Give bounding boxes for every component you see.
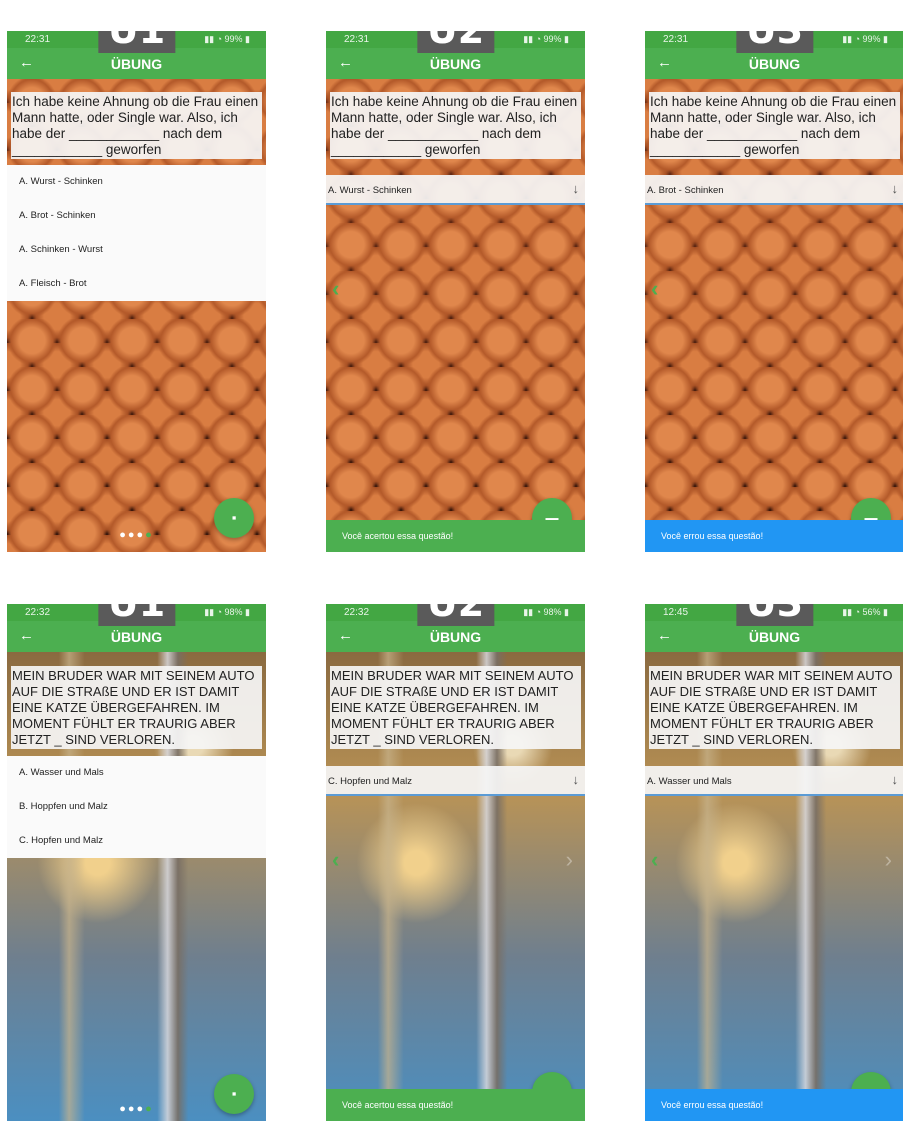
screen-u3-beer: U3 12:45 ▮▮ ◔ 56% ▮ ← ÜBUNG MEIN BRUDER … (645, 604, 903, 1121)
answer-dropdown[interactable]: A. Brot - Schinken ↓ (645, 175, 903, 205)
arrow-down-icon: ↓ (572, 181, 580, 196)
arrow-down-icon: ↓ (891, 181, 899, 196)
option-item[interactable]: A. Fleisch - Brot (7, 267, 266, 301)
selected-answer: A. Wasser und Mals (647, 776, 732, 787)
question-text: Ich habe keine Ahnung ob die Frau einen … (11, 92, 262, 159)
feedback-snackbar: Você errou essa questão! (645, 1089, 903, 1121)
page-title: ÜBUNG (748, 629, 801, 645)
save-icon: ▪ (231, 1086, 237, 1101)
screen-u2-beer: U2 22:32 ▮▮ ◔ 98% ▮ ← ÜBUNG MEIN BRUDER … (326, 604, 585, 1121)
status-time: 22:32 (25, 607, 51, 618)
options-list: A. Wurst - Schinken A. Brot - Schinken A… (7, 165, 266, 301)
variant-badge: U3 (735, 31, 814, 53)
option-item[interactable]: C. Hopfen und Malz (7, 824, 266, 858)
variant-badge: U1 (97, 604, 176, 626)
options-list: A. Wasser und Mals B. Hoppfen und Malz C… (7, 756, 266, 858)
chevron-left-icon[interactable]: ‹ (651, 847, 658, 873)
feedback-snackbar: Você acertou essa questão! (326, 1089, 585, 1121)
answer-dropdown[interactable]: C. Hopfen und Malz ↓ (326, 766, 585, 796)
question-text: MEIN BRUDER WAR MIT SEINEM AUTO AUF DIE … (330, 666, 581, 749)
battery-indicator: ▮▮ ◔ 56% ▮ (842, 607, 888, 617)
option-item[interactable]: A. Wurst - Schinken (7, 165, 266, 199)
page-title: ÜBUNG (429, 56, 482, 72)
arrow-down-icon: ↓ (572, 772, 580, 787)
screen-u3-sausage: U3 22:31 ▮▮ ◔ 99% ▮ ← ÜBUNG Ich habe kei… (645, 31, 903, 552)
option-item[interactable]: A. Schinken - Wurst (7, 233, 266, 267)
status-time: 22:31 (344, 34, 370, 45)
page-title: ÜBUNG (429, 629, 482, 645)
option-item[interactable]: A. Brot - Schinken (7, 199, 266, 233)
screen-u1-sausage: U1 22:31 ▮▮ ◔ 99% ▮ ← ÜBUNG Ich habe kei… (7, 31, 266, 552)
status-time: 22:31 (25, 34, 51, 45)
page-indicator: ●●●● (119, 1103, 154, 1115)
page-title: ÜBUNG (110, 629, 163, 645)
variant-badge: U2 (416, 604, 495, 626)
variant-badge: U2 (416, 31, 495, 53)
answer-dropdown[interactable]: A. Wasser und Mals ↓ (645, 766, 903, 796)
page-title: ÜBUNG (748, 56, 801, 72)
selected-answer: A. Brot - Schinken (647, 185, 724, 196)
battery-indicator: ▮▮ ◔ 99% ▮ (523, 34, 569, 44)
page-indicator: ●●●● (119, 529, 154, 541)
status-time: 22:31 (663, 34, 689, 45)
variant-badge: U3 (735, 604, 814, 626)
selected-answer: A. Wurst - Schinken (328, 185, 412, 196)
battery-indicator: ▮▮ ◔ 98% ▮ (204, 607, 250, 617)
question-text: MEIN BRUDER WAR MIT SEINEM AUTO AUF DIE … (649, 666, 900, 749)
status-time: 12:45 (663, 607, 689, 618)
chevron-right-icon[interactable]: › (566, 847, 573, 873)
chevron-left-icon[interactable]: ‹ (332, 276, 339, 302)
status-time: 22:32 (344, 607, 370, 618)
battery-indicator: ▮▮ ◔ 99% ▮ (204, 34, 250, 44)
page-title: ÜBUNG (110, 56, 163, 72)
save-icon: ▪ (231, 510, 237, 525)
battery-indicator: ▮▮ ◔ 98% ▮ (523, 607, 569, 617)
question-text: MEIN BRUDER WAR MIT SEINEM AUTO AUF DIE … (11, 666, 262, 749)
option-item[interactable]: B. Hoppfen und Malz (7, 790, 266, 824)
selected-answer: C. Hopfen und Malz (328, 776, 412, 787)
question-text: Ich habe keine Ahnung ob die Frau einen … (330, 92, 581, 159)
answer-dropdown[interactable]: A. Wurst - Schinken ↓ (326, 175, 585, 205)
chevron-left-icon[interactable]: ‹ (332, 847, 339, 873)
feedback-snackbar: Você errou essa questão! (645, 520, 903, 552)
chevron-left-icon[interactable]: ‹ (651, 276, 658, 302)
option-item[interactable]: A. Wasser und Mals (7, 756, 266, 790)
variant-badge: U1 (97, 31, 176, 53)
question-text: Ich habe keine Ahnung ob die Frau einen … (649, 92, 900, 159)
screen-u1-beer: U1 22:32 ▮▮ ◔ 98% ▮ ← ÜBUNG MEIN BRUDER … (7, 604, 266, 1121)
feedback-snackbar: Você acertou essa questão! (326, 520, 585, 552)
chevron-right-icon[interactable]: › (885, 847, 892, 873)
arrow-down-icon: ↓ (891, 772, 899, 787)
screen-u2-sausage: U2 22:31 ▮▮ ◔ 99% ▮ ← ÜBUNG Ich habe kei… (326, 31, 585, 552)
battery-indicator: ▮▮ ◔ 99% ▮ (842, 34, 888, 44)
